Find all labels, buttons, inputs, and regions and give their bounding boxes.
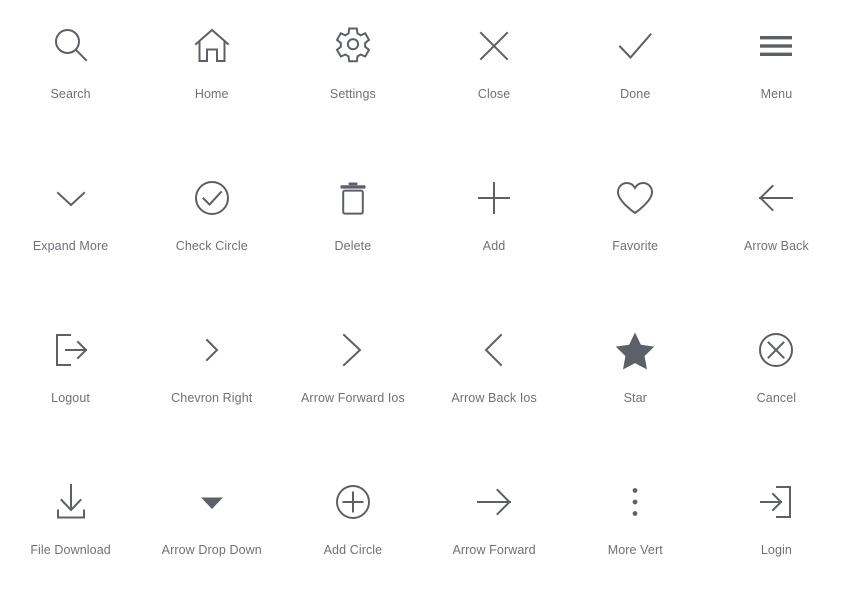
favorite-icon[interactable] bbox=[607, 170, 663, 226]
icon-label: Close bbox=[477, 87, 511, 101]
icon-label: Settings bbox=[329, 87, 376, 101]
icon-cell-more-vert[interactable]: More Vert bbox=[565, 456, 706, 608]
icon-label: More Vert bbox=[607, 543, 663, 557]
icon-cell-arrow-back-ios[interactable]: Arrow Back Ios bbox=[424, 304, 565, 456]
more-vert-icon[interactable] bbox=[607, 474, 663, 530]
menu-icon[interactable] bbox=[748, 18, 804, 74]
icon-label: Login bbox=[760, 543, 792, 557]
arrow-drop-down-icon[interactable] bbox=[184, 474, 240, 530]
icon-label: Arrow Back Ios bbox=[451, 391, 537, 405]
icon-cell-add-circle[interactable]: Add Circle bbox=[282, 456, 423, 608]
icon-cell-settings[interactable]: Settings bbox=[282, 0, 423, 152]
icon-label: Delete bbox=[334, 239, 372, 253]
cancel-icon[interactable] bbox=[748, 322, 804, 378]
icon-cell-expand-more[interactable]: Expand More bbox=[0, 152, 141, 304]
done-icon[interactable] bbox=[607, 18, 663, 74]
icon-label: Arrow Back bbox=[743, 239, 809, 253]
icon-label: Arrow Drop Down bbox=[161, 543, 262, 557]
check-circle-icon[interactable] bbox=[184, 170, 240, 226]
icon-label: File Download bbox=[30, 543, 111, 557]
icon-cell-arrow-back[interactable]: Arrow Back bbox=[706, 152, 847, 304]
icon-label: Chevron Right bbox=[171, 391, 253, 405]
icon-cell-arrow-drop-down[interactable]: Arrow Drop Down bbox=[141, 456, 282, 608]
icon-cell-check-circle[interactable]: Check Circle bbox=[141, 152, 282, 304]
icon-label: Menu bbox=[760, 87, 793, 101]
icon-cell-logout[interactable]: Logout bbox=[0, 304, 141, 456]
icon-label: Home bbox=[194, 87, 229, 101]
arrow-forward-icon[interactable] bbox=[466, 474, 522, 530]
home-icon[interactable] bbox=[184, 18, 240, 74]
icon-cell-add[interactable]: Add bbox=[424, 152, 565, 304]
icon-label: Arrow Forward Ios bbox=[301, 391, 405, 405]
icon-cell-cancel[interactable]: Cancel bbox=[706, 304, 847, 456]
icon-label: Favorite bbox=[612, 239, 659, 253]
icon-label: Check Circle bbox=[175, 239, 248, 253]
icon-label: Search bbox=[50, 87, 91, 101]
star-icon[interactable] bbox=[607, 322, 663, 378]
chevron-right-icon[interactable] bbox=[184, 322, 240, 378]
icon-cell-done[interactable]: Done bbox=[565, 0, 706, 152]
icon-label: Arrow Forward bbox=[452, 543, 536, 557]
arrow-back-icon[interactable] bbox=[748, 170, 804, 226]
icon-cell-file-download[interactable]: File Download bbox=[0, 456, 141, 608]
arrow-forward-ios-icon[interactable] bbox=[325, 322, 381, 378]
logout-icon[interactable] bbox=[43, 322, 99, 378]
close-icon[interactable] bbox=[466, 18, 522, 74]
icon-label: Done bbox=[620, 87, 651, 101]
arrow-back-ios-icon[interactable] bbox=[466, 322, 522, 378]
settings-icon[interactable] bbox=[325, 18, 381, 74]
search-icon[interactable] bbox=[43, 18, 99, 74]
icon-cell-delete[interactable]: Delete bbox=[282, 152, 423, 304]
icon-grid: Search Home Settings Close Done Menu Exp… bbox=[0, 0, 847, 608]
file-download-icon[interactable] bbox=[43, 474, 99, 530]
icon-label: Cancel bbox=[756, 391, 797, 405]
icon-cell-star[interactable]: Star bbox=[565, 304, 706, 456]
icon-cell-close[interactable]: Close bbox=[424, 0, 565, 152]
login-icon[interactable] bbox=[748, 474, 804, 530]
icon-cell-chevron-right[interactable]: Chevron Right bbox=[141, 304, 282, 456]
icon-cell-menu[interactable]: Menu bbox=[706, 0, 847, 152]
icon-cell-favorite[interactable]: Favorite bbox=[565, 152, 706, 304]
add-circle-icon[interactable] bbox=[325, 474, 381, 530]
icon-cell-arrow-forward[interactable]: Arrow Forward bbox=[424, 456, 565, 608]
delete-icon[interactable] bbox=[325, 170, 381, 226]
icon-cell-arrow-forward-ios[interactable]: Arrow Forward Ios bbox=[282, 304, 423, 456]
icon-cell-home[interactable]: Home bbox=[141, 0, 282, 152]
icon-label: Star bbox=[623, 391, 647, 405]
icon-label: Expand More bbox=[32, 239, 109, 253]
icon-label: Add bbox=[482, 239, 506, 253]
icon-label: Add Circle bbox=[323, 543, 383, 557]
expand-more-icon[interactable] bbox=[43, 170, 99, 226]
icon-cell-login[interactable]: Login bbox=[706, 456, 847, 608]
icon-cell-search[interactable]: Search bbox=[0, 0, 141, 152]
add-icon[interactable] bbox=[466, 170, 522, 226]
icon-label: Logout bbox=[51, 391, 90, 405]
